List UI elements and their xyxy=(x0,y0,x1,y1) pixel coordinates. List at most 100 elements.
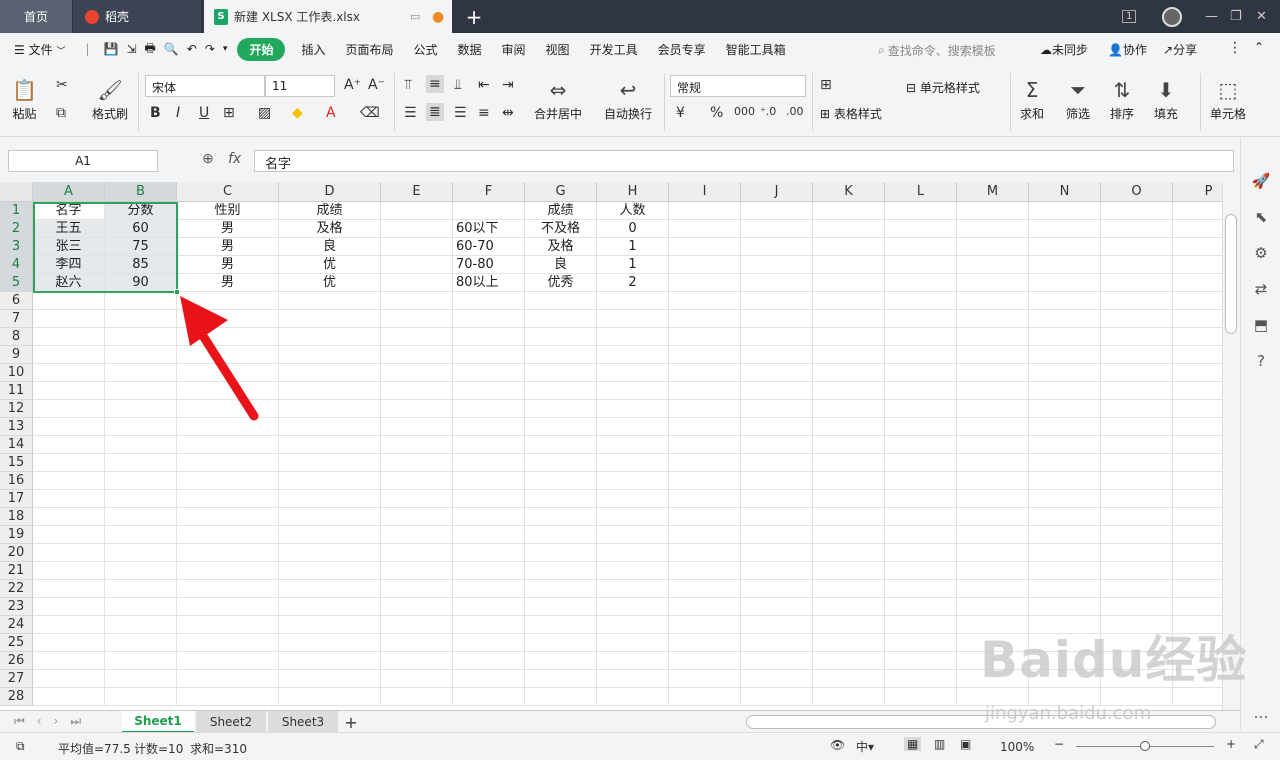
cell-c17[interactable] xyxy=(177,490,279,508)
cell-k16[interactable] xyxy=(813,472,885,490)
more-options-icon[interactable]: … xyxy=(1251,704,1271,724)
cell-o1[interactable] xyxy=(1101,202,1173,220)
cell-o4[interactable] xyxy=(1101,256,1173,274)
cell-b5[interactable]: 90 xyxy=(105,274,177,292)
print-icon[interactable]: 🖶 xyxy=(141,39,160,60)
cell-i2[interactable] xyxy=(669,220,741,238)
cell-c20[interactable] xyxy=(177,544,279,562)
menu-view[interactable]: 视图 xyxy=(536,41,580,58)
fill-button[interactable]: ⬇ 填充 xyxy=(1154,75,1178,122)
cell-k23[interactable] xyxy=(813,598,885,616)
increase-font-icon[interactable]: A⁺ xyxy=(344,77,361,93)
formula-input[interactable]: 名字 xyxy=(254,150,1234,172)
cell-f17[interactable] xyxy=(453,490,525,508)
cell-o21[interactable] xyxy=(1101,562,1173,580)
cell-j25[interactable] xyxy=(741,634,813,652)
menu-member[interactable]: 会员专享 xyxy=(648,41,716,58)
cell-g17[interactable] xyxy=(525,490,597,508)
cell-g2[interactable]: 不及格 xyxy=(525,220,597,238)
select-all-corner[interactable] xyxy=(0,182,33,202)
cut-icon[interactable]: ✂ xyxy=(56,77,68,93)
row-header-13[interactable]: 13 xyxy=(0,418,33,436)
sort-button[interactable]: ⇅ 排序 xyxy=(1110,75,1134,122)
cell-p7[interactable] xyxy=(1173,310,1222,328)
cell-i12[interactable] xyxy=(669,400,741,418)
cell-n4[interactable] xyxy=(1029,256,1101,274)
restore-button[interactable]: ❐ xyxy=(1230,0,1242,33)
cell-j27[interactable] xyxy=(741,670,813,688)
cell-h10[interactable] xyxy=(597,364,669,382)
cell-n17[interactable] xyxy=(1029,490,1101,508)
cell-h1[interactable]: 人数 xyxy=(597,202,669,220)
cell-d13[interactable] xyxy=(279,418,381,436)
cell-j3[interactable] xyxy=(741,238,813,256)
cell-n5[interactable] xyxy=(1029,274,1101,292)
cell-g3[interactable]: 及格 xyxy=(525,238,597,256)
cell-g10[interactable] xyxy=(525,364,597,382)
cell-k17[interactable] xyxy=(813,490,885,508)
cell-h28[interactable] xyxy=(597,688,669,706)
cell-a28[interactable] xyxy=(33,688,105,706)
cell-l13[interactable] xyxy=(885,418,957,436)
cell-b7[interactable] xyxy=(105,310,177,328)
backup-icon[interactable]: ⬒ xyxy=(1251,316,1271,336)
tab-file[interactable]: S 新建 XLSX 工作表.xlsx ▭ ● xyxy=(204,0,452,33)
sync-button[interactable]: ☁未同步 xyxy=(1040,41,1088,58)
cell-o3[interactable] xyxy=(1101,238,1173,256)
cell-c15[interactable] xyxy=(177,454,279,472)
column-header-o[interactable]: O xyxy=(1101,182,1173,202)
cell-e21[interactable] xyxy=(381,562,453,580)
cell-l25[interactable] xyxy=(885,634,957,652)
cell-d5[interactable]: 优 xyxy=(279,274,381,292)
cell-b22[interactable] xyxy=(105,580,177,598)
cell-h4[interactable]: 1 xyxy=(597,256,669,274)
cell-k14[interactable] xyxy=(813,436,885,454)
page-layout-view-icon[interactable]: ▥ xyxy=(934,737,945,751)
cell-i6[interactable] xyxy=(669,292,741,310)
table-style-button[interactable]: ⊞ 表格样式 xyxy=(820,105,882,122)
cell-d1[interactable]: 成绩 xyxy=(279,202,381,220)
cell-h6[interactable] xyxy=(597,292,669,310)
cell-j15[interactable] xyxy=(741,454,813,472)
cell-d22[interactable] xyxy=(279,580,381,598)
cell-l8[interactable] xyxy=(885,328,957,346)
cell-f16[interactable] xyxy=(453,472,525,490)
cell-p17[interactable] xyxy=(1173,490,1222,508)
cell-a23[interactable] xyxy=(33,598,105,616)
cell-f6[interactable] xyxy=(453,292,525,310)
cell-a24[interactable] xyxy=(33,616,105,634)
cell-a6[interactable] xyxy=(33,292,105,310)
column-header-m[interactable]: M xyxy=(957,182,1029,202)
cell-k15[interactable] xyxy=(813,454,885,472)
cell-l4[interactable] xyxy=(885,256,957,274)
cell-j28[interactable] xyxy=(741,688,813,706)
cell-k13[interactable] xyxy=(813,418,885,436)
align-center-icon[interactable]: ≣ xyxy=(426,103,444,121)
cell-i25[interactable] xyxy=(669,634,741,652)
row-header-2[interactable]: 2 xyxy=(0,220,33,238)
cell-h5[interactable]: 2 xyxy=(597,274,669,292)
cell-a25[interactable] xyxy=(33,634,105,652)
sheet-tab-sheet2[interactable]: Sheet2 xyxy=(196,711,266,733)
cell-d28[interactable] xyxy=(279,688,381,706)
cell-g4[interactable]: 良 xyxy=(525,256,597,274)
cell-l12[interactable] xyxy=(885,400,957,418)
cell-a3[interactable]: 张三 xyxy=(33,238,105,256)
cell-g13[interactable] xyxy=(525,418,597,436)
thousands-icon[interactable]: 000 xyxy=(734,105,755,118)
cell-o9[interactable] xyxy=(1101,346,1173,364)
cell-c28[interactable] xyxy=(177,688,279,706)
cell-l15[interactable] xyxy=(885,454,957,472)
menu-insert[interactable]: 插入 xyxy=(291,41,335,58)
cell-i15[interactable] xyxy=(669,454,741,472)
zoom-in-icon[interactable]: + xyxy=(1226,737,1236,751)
cell-f8[interactable] xyxy=(453,328,525,346)
row-header-23[interactable]: 23 xyxy=(0,598,33,616)
cell-j17[interactable] xyxy=(741,490,813,508)
cell-i9[interactable] xyxy=(669,346,741,364)
zoom-level[interactable]: 100% xyxy=(1000,740,1034,754)
cell-m20[interactable] xyxy=(957,544,1029,562)
cell-b1[interactable]: 分数 xyxy=(105,202,177,220)
cell-a4[interactable]: 李四 xyxy=(33,256,105,274)
save-icon[interactable]: 💾 xyxy=(100,42,123,56)
